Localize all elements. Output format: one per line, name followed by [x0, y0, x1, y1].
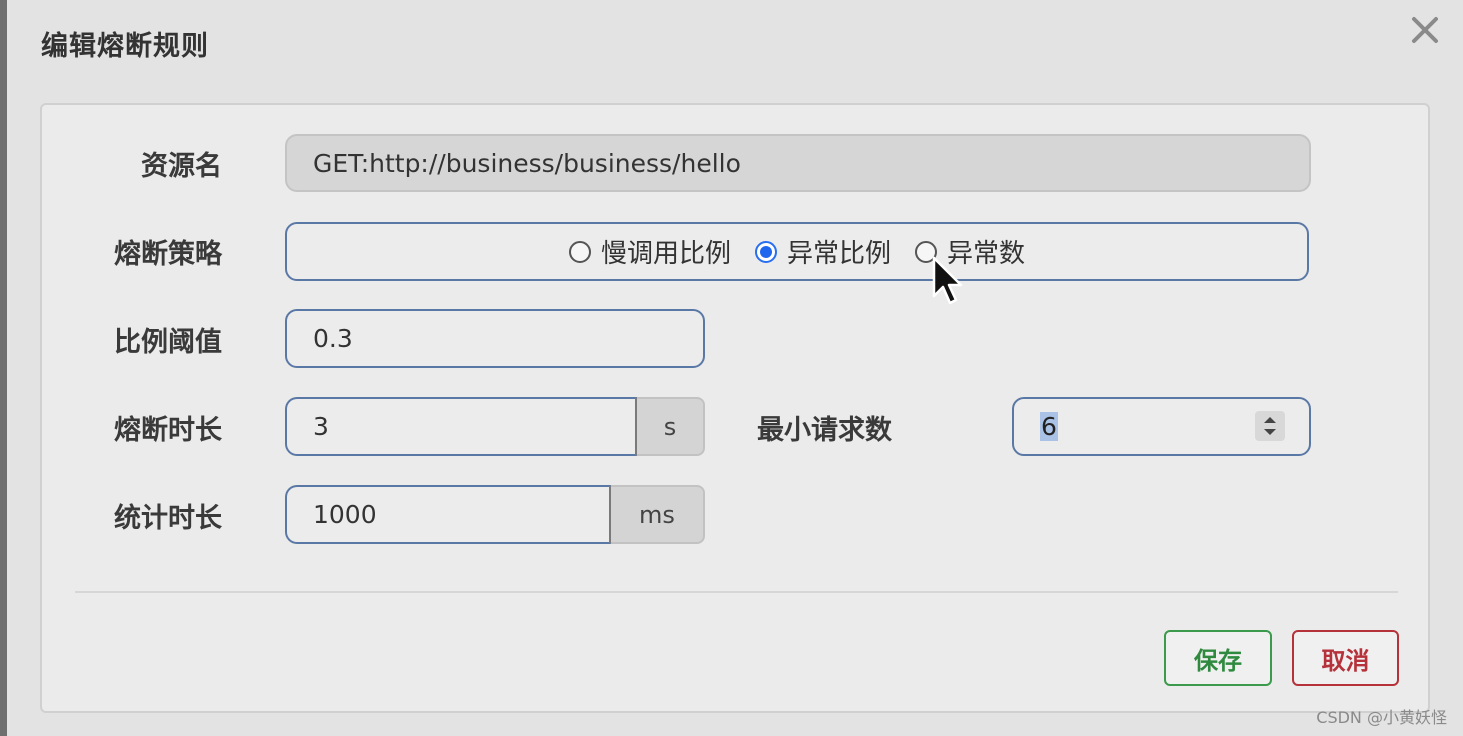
- stat-duration-input[interactable]: [313, 500, 609, 529]
- strategy-option-slow-ratio[interactable]: 慢调用比例: [568, 233, 731, 270]
- form-divider: [75, 591, 1398, 593]
- form-panel: 资源名 GET:http://business/business/hello 熔…: [40, 103, 1430, 713]
- strategy-label: 熔断策略: [114, 239, 222, 270]
- window-left-edge: [0, 0, 7, 736]
- dialog-title: 编辑熔断规则: [41, 31, 209, 62]
- close-icon[interactable]: [1405, 10, 1445, 50]
- strategy-option-label: 异常比例: [786, 239, 891, 269]
- resource-name-value: GET:http://business/business/hello: [313, 148, 741, 178]
- break-duration-field[interactable]: [285, 397, 637, 456]
- min-requests-label: 最小请求数: [757, 415, 892, 446]
- min-requests-field[interactable]: 6: [1012, 397, 1311, 456]
- cancel-button[interactable]: 取消: [1292, 630, 1399, 686]
- break-duration-group: s: [285, 397, 705, 456]
- ratio-threshold-field[interactable]: [285, 309, 705, 368]
- ratio-threshold-label: 比例阈值: [114, 327, 222, 358]
- mouse-cursor-icon: [932, 256, 963, 305]
- stat-duration-label: 统计时长: [114, 503, 222, 534]
- break-duration-label: 熔断时长: [114, 415, 222, 446]
- save-button[interactable]: 保存: [1164, 630, 1272, 686]
- stat-duration-group: ms: [285, 485, 705, 544]
- watermark-text: CSDN @小黄妖怪: [1316, 708, 1447, 727]
- stat-duration-field[interactable]: [285, 485, 611, 544]
- radio-unchecked-icon[interactable]: [568, 240, 591, 263]
- min-requests-value[interactable]: 6: [1040, 412, 1058, 441]
- radio-checked-icon[interactable]: [754, 240, 777, 263]
- ratio-threshold-input[interactable]: [313, 324, 703, 353]
- break-duration-unit: s: [637, 397, 705, 456]
- edit-degrade-rule-dialog: 编辑熔断规则 资源名 GET:http://business/business/…: [7, 0, 1463, 736]
- resource-name-label: 资源名: [141, 151, 222, 182]
- resource-name-field: GET:http://business/business/hello: [285, 134, 1311, 192]
- break-duration-input[interactable]: [313, 412, 635, 441]
- strategy-option-label: 慢调用比例: [600, 239, 731, 269]
- spinner-arrows-icon[interactable]: [1255, 411, 1285, 441]
- strategy-option-exception-ratio[interactable]: 异常比例: [754, 233, 891, 270]
- strategy-radio-group: 慢调用比例 异常比例 异常数: [285, 222, 1309, 281]
- stat-duration-unit: ms: [611, 485, 705, 544]
